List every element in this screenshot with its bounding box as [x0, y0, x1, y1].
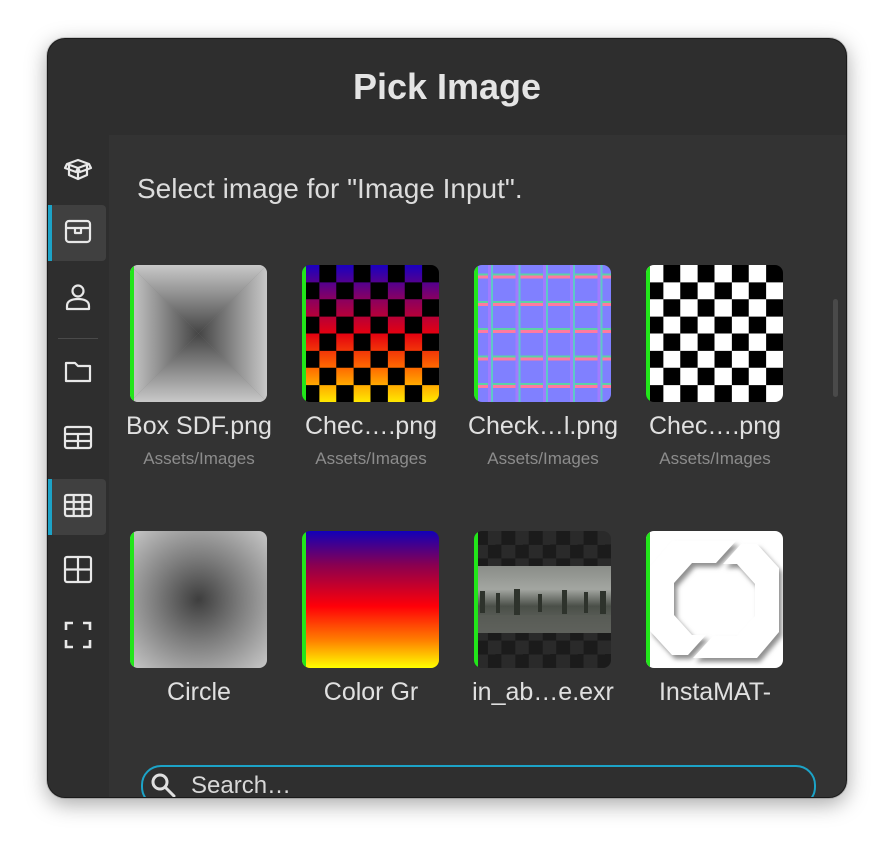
image-thumbnail — [302, 531, 439, 668]
image-tile[interactable]: Chec….png Assets/Images — [625, 265, 797, 485]
image-name: Box SDF.png — [126, 412, 272, 440]
image-tile[interactable]: Check…l.png Assets/Images — [453, 265, 625, 485]
grid-2x2-icon — [62, 553, 94, 590]
image-path: Assets/Images — [659, 449, 771, 468]
image-thumbnail — [130, 531, 267, 668]
image-thumbnail — [646, 531, 783, 668]
image-thumbnail — [302, 265, 439, 402]
sidebar-item-box[interactable] — [48, 205, 106, 261]
search-box — [141, 765, 816, 797]
image-name: Check…l.png — [467, 412, 619, 440]
content-panel: Select image for "Image Input". Box SDF.… — [109, 135, 846, 797]
grid-icon — [62, 489, 94, 526]
search-input[interactable] — [191, 767, 791, 797]
image-grid: Box SDF.png Assets/Images Chec….png Asse… — [109, 265, 809, 705]
image-tile[interactable]: Chec….png Assets/Images — [281, 265, 453, 485]
image-tile[interactable]: InstaMAT- — [625, 531, 797, 705]
image-thumbnail — [646, 265, 783, 402]
sidebar-item-grid-2x2[interactable] — [50, 543, 106, 599]
image-name: Circle — [167, 678, 231, 705]
box-icon — [62, 215, 94, 252]
image-name: Chec….png — [304, 412, 438, 440]
image-path: Assets/Images — [143, 449, 255, 468]
sidebar — [48, 135, 108, 797]
image-name: in_ab…e.exr — [472, 678, 614, 705]
image-thumbnail — [474, 531, 611, 668]
image-name: InstaMAT- — [658, 678, 772, 705]
image-name: Color Gr — [323, 678, 419, 705]
select-prompt: Select image for "Image Input". — [137, 173, 523, 204]
search-icon — [149, 771, 179, 797]
sidebar-item-table[interactable] — [50, 411, 106, 467]
image-name: Chec….png — [648, 412, 782, 440]
sidebar-item-grid[interactable] — [48, 479, 106, 535]
image-path: Assets/Images — [487, 449, 599, 468]
sidebar-item-open-box[interactable] — [50, 143, 106, 199]
image-tile[interactable]: Color Gr — [281, 531, 453, 705]
image-path: Assets/Images — [315, 449, 427, 468]
folder-icon — [62, 355, 94, 392]
user-icon — [62, 281, 94, 318]
dialog-title: Pick Image — [352, 66, 542, 107]
pick-image-dialog: Pick Image Select image for "Image Input… — [47, 38, 847, 798]
sidebar-item-folder[interactable] — [50, 345, 106, 401]
sidebar-item-user[interactable] — [50, 271, 106, 327]
table-icon — [62, 421, 94, 458]
fullscreen-icon — [62, 619, 94, 656]
image-thumbnail — [474, 265, 611, 402]
sidebar-item-fullscreen[interactable] — [50, 609, 106, 665]
scrollbar[interactable] — [833, 299, 838, 397]
sidebar-separator — [58, 338, 98, 339]
image-tile[interactable]: Box SDF.png Assets/Images — [109, 265, 281, 485]
image-thumbnail — [130, 265, 267, 402]
image-tile[interactable]: Circle — [109, 531, 281, 705]
open-box-icon — [62, 153, 94, 190]
image-tile[interactable]: in_ab…e.exr — [453, 531, 625, 705]
